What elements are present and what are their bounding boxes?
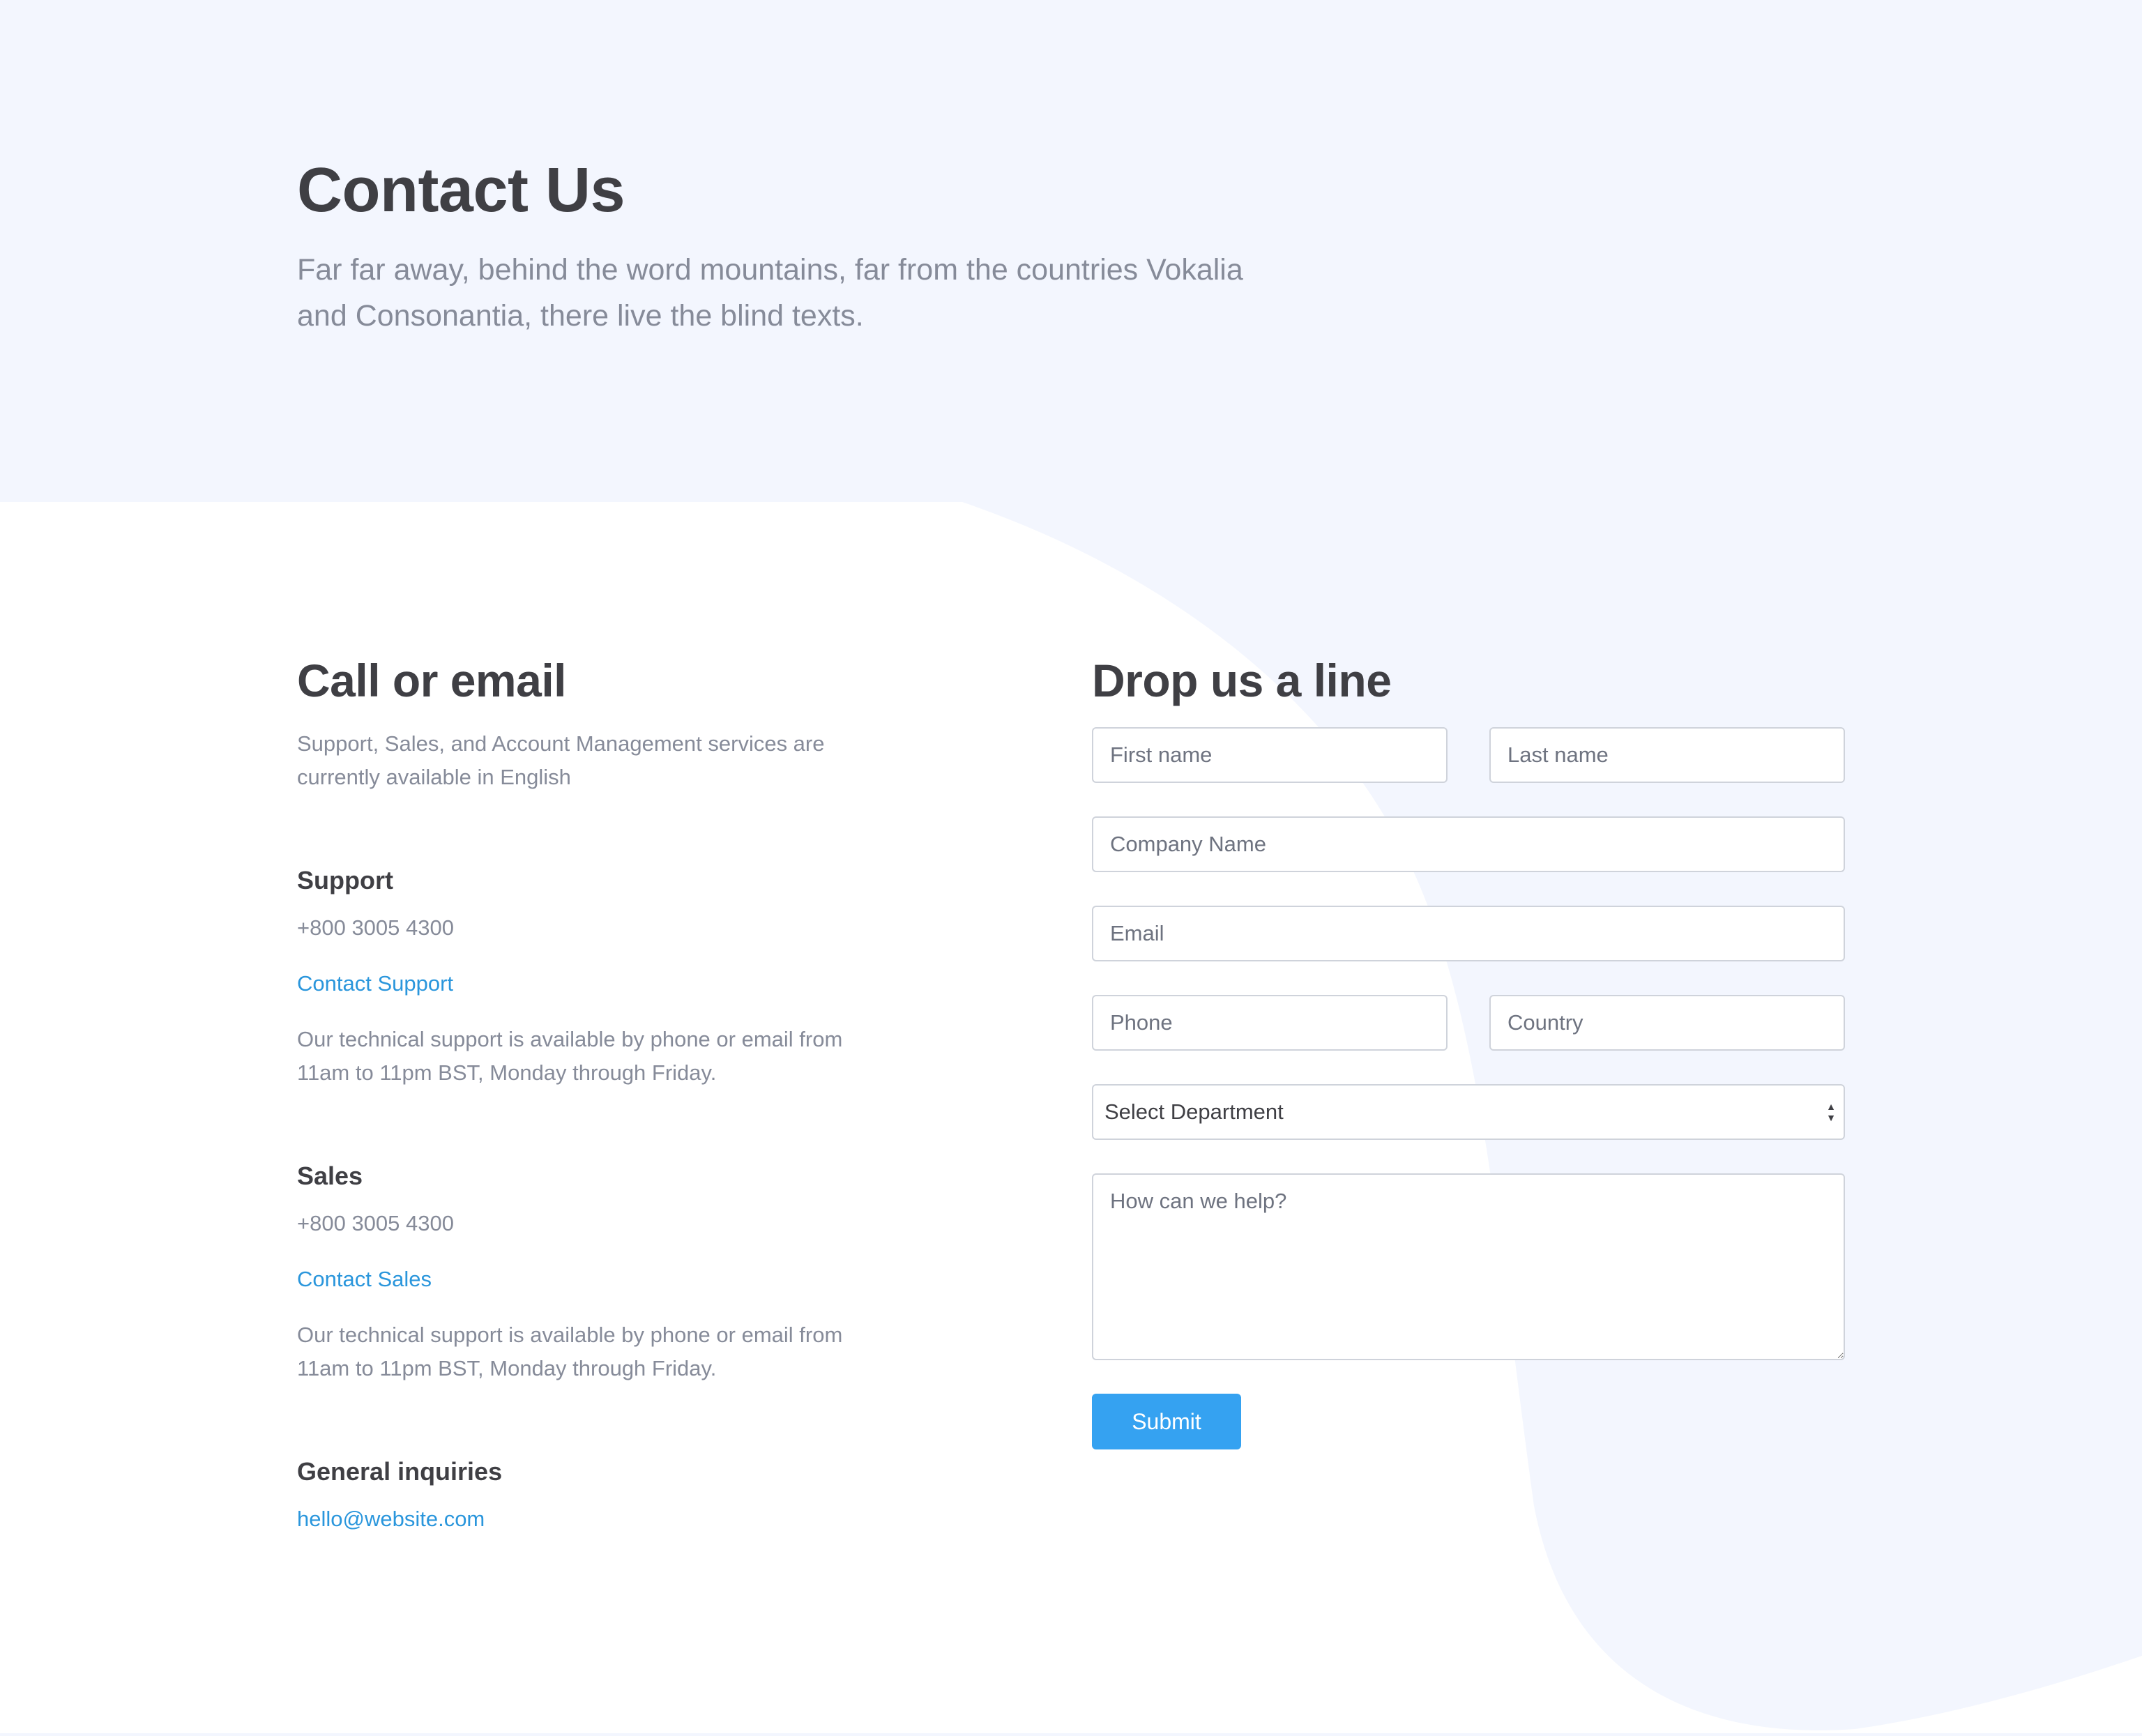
contact-sales-link[interactable]: Contact Sales [297, 1263, 432, 1296]
contact-form-section: Drop us a line Select Department ▲▼ Subm… [1092, 652, 1845, 1449]
company-name-input[interactable] [1092, 816, 1845, 872]
phone-input[interactable] [1092, 995, 1448, 1051]
email-row [1092, 906, 1845, 961]
country-input[interactable] [1489, 995, 1845, 1051]
bottom-divider [0, 1733, 2142, 1736]
sales-title: Sales [297, 1162, 363, 1190]
submit-button[interactable]: Submit [1092, 1394, 1241, 1449]
department-select-value: Select Department [1104, 1099, 1284, 1124]
department-select[interactable]: Select Department ▲ ▼ [1092, 1084, 1845, 1140]
contact-info-intro: Support, Sales, and Account Management s… [297, 731, 825, 789]
general-inquiries-block: General inquiries hello@website.com [297, 1455, 890, 1536]
contact-info-title: Call or email [297, 655, 567, 706]
hero-section: Contact Us Far far away, behind the word… [297, 152, 1315, 339]
support-phone: +800 3005 4300 [297, 915, 454, 940]
general-inquiries-title: General inquiries [297, 1457, 503, 1486]
support-block: Support +800 3005 4300 Contact Support O… [297, 864, 890, 1090]
sales-block: Sales +800 3005 4300 Contact Sales Our t… [297, 1159, 890, 1385]
email-input[interactable] [1092, 906, 1845, 961]
sales-hours-note: Our technical support is available by ph… [297, 1323, 843, 1380]
message-textarea[interactable] [1092, 1173, 1845, 1360]
select-arrows-icon: ▲ ▼ [1826, 1101, 1836, 1123]
sales-phone: +800 3005 4300 [297, 1211, 454, 1235]
contact-page: Contact Us Far far away, behind the word… [0, 0, 2142, 1736]
general-email-link[interactable]: hello@website.com [297, 1502, 485, 1536]
contact-info-section: Call or email Support, Sales, and Accoun… [297, 652, 890, 1536]
contact-support-link[interactable]: Contact Support [297, 967, 453, 1000]
support-title: Support [297, 866, 393, 894]
page-title: Contact Us [297, 155, 625, 225]
first-name-input[interactable] [1092, 727, 1448, 783]
contact-form-title: Drop us a line [1092, 655, 1392, 706]
contact-form: Select Department ▲▼ Submit [1092, 727, 1845, 1449]
name-row [1092, 727, 1845, 783]
company-row [1092, 816, 1845, 872]
phone-country-row [1092, 995, 1845, 1051]
last-name-input[interactable] [1489, 727, 1845, 783]
support-hours-note: Our technical support is available by ph… [297, 1027, 843, 1085]
page-subtitle: Far far away, behind the word mountains,… [297, 253, 1243, 333]
